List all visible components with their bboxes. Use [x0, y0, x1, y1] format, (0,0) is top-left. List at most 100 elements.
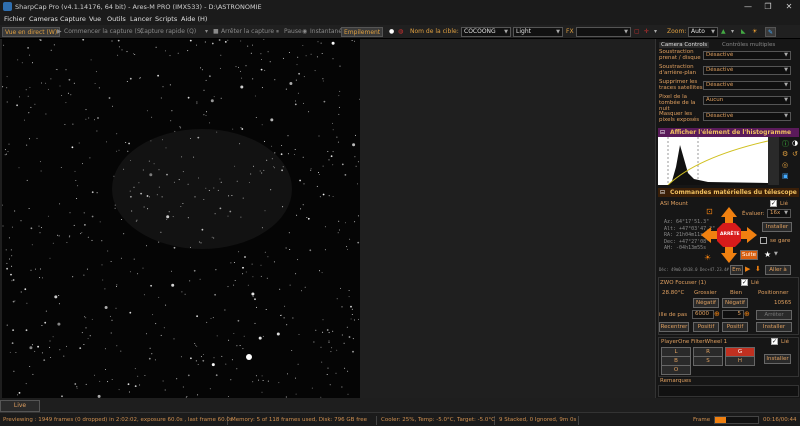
collapse-icon[interactable]: ⊟	[660, 129, 665, 136]
positive-coarse-button[interactable]: Positif	[693, 322, 719, 332]
menu-cameras[interactable]: Cameras	[29, 15, 58, 23]
menu-tools[interactable]: Outils	[107, 15, 126, 23]
control-dropdown[interactable]: Désactivé ▼	[703, 81, 791, 90]
frame-type-select[interactable]: Light ▼	[513, 27, 563, 37]
stop-mount-button[interactable]: ARRÊTE	[720, 232, 740, 237]
coarse-step-input[interactable]: 6000	[692, 310, 714, 319]
arrow-down-icon[interactable]: ⬇	[755, 265, 761, 273]
target-icon[interactable]: ◎	[782, 161, 788, 169]
star	[209, 75, 211, 78]
tab-multi-controls[interactable]: Contrôles multiples	[722, 42, 775, 48]
mount-connected-checkbox[interactable]: ✓	[770, 200, 777, 207]
live-stacking-tab[interactable]: Live Stacking	[0, 400, 40, 419]
focuser-connected-checkbox[interactable]: ✓	[741, 279, 748, 286]
chevron-down-icon[interactable]: ▼	[774, 251, 778, 257]
focuser-install-button[interactable]: Installer	[756, 322, 792, 332]
record-icon[interactable]: ●	[389, 27, 394, 37]
image-canvas[interactable]	[2, 39, 360, 398]
negative-fine-button[interactable]: Négatif	[722, 298, 748, 308]
crosshair-icon[interactable]: ✛	[644, 27, 649, 37]
home-icon[interactable]: ☀	[704, 253, 711, 262]
collapse-icon[interactable]: ⊟	[660, 189, 665, 196]
info-icon[interactable]: ⓘ	[782, 139, 789, 149]
mount-install-button[interactable]: Installer	[762, 222, 792, 232]
star-icon[interactable]: ★	[764, 250, 771, 259]
stacking-button[interactable]: Empilement	[341, 27, 384, 37]
snapshot-button[interactable]: Instantané	[310, 27, 342, 37]
histogram-icon[interactable]: ▲	[721, 27, 726, 37]
star	[171, 283, 175, 287]
menu-scripts[interactable]: Scripts	[155, 15, 177, 23]
save-icon[interactable]: ▣	[782, 172, 789, 180]
star	[83, 212, 85, 214]
rate-select[interactable]: 16x ▼	[767, 209, 791, 218]
reset-icon[interactable]: ↺	[792, 150, 798, 158]
quick-capture-button[interactable]: Capture rapide (Q)	[140, 27, 196, 37]
menu-view[interactable]: Vue	[89, 15, 101, 23]
contrast-icon[interactable]: ◑	[792, 139, 798, 147]
em-button[interactable]: Em	[730, 265, 743, 275]
focuser-stop-button[interactable]: Arrêter	[756, 310, 792, 320]
stepper-icon[interactable]: ⊕	[744, 310, 750, 318]
minimize-button[interactable]: —	[738, 1, 758, 12]
sun-icon[interactable]: ☀	[752, 27, 757, 37]
arrow-south[interactable]	[721, 253, 737, 263]
fx-select[interactable]: ▼	[576, 27, 631, 37]
filter-o-button[interactable]: O	[661, 365, 691, 375]
stop-capture-button[interactable]: Arrêter la capture	[221, 27, 274, 37]
positive-fine-button[interactable]: Positif	[722, 322, 748, 332]
overlay-icon[interactable]: ◣	[741, 27, 746, 37]
start-capture-button[interactable]: Commencer la capture (S)	[64, 27, 143, 37]
live-view-button[interactable]: Vue en direct (W)	[2, 27, 61, 37]
star	[234, 280, 236, 281]
filterwheel-install-button[interactable]: Installer	[764, 354, 791, 364]
close-button[interactable]: ✕	[779, 1, 799, 12]
recenter-button[interactable]: Recentrer	[659, 322, 689, 332]
follow-button[interactable]: Suite	[740, 250, 758, 260]
star	[41, 82, 42, 84]
dropdown-icon[interactable]: ▾	[654, 27, 657, 37]
menu-help[interactable]: Aide (H)	[181, 15, 207, 23]
fine-step-input[interactable]: 5	[722, 310, 744, 319]
crop-icon[interactable]: ▢	[634, 27, 640, 37]
stepper-icon[interactable]: ⊕	[714, 310, 720, 318]
capture-dropdown-icon[interactable]: ▾	[205, 27, 208, 37]
menu-launch[interactable]: Lancer	[130, 15, 152, 23]
arrow-right-icon[interactable]: ▶	[745, 265, 750, 273]
star	[197, 394, 199, 396]
tab-camera-controls[interactable]: Camera Controls	[659, 42, 710, 48]
goto-button[interactable]: Aller à	[765, 265, 791, 275]
histogram-header[interactable]: Afficher l'élément de l'histogramme	[658, 128, 799, 137]
annotate-icon[interactable]: ✎	[765, 27, 777, 37]
menu-capture[interactable]: Capture	[60, 15, 86, 23]
star	[236, 345, 238, 347]
filterwheel-connected-checkbox[interactable]: ✓	[771, 338, 778, 345]
arrow-west[interactable]	[701, 227, 711, 243]
star	[254, 322, 256, 324]
control-dropdown[interactable]: Désactivé ▼	[703, 66, 791, 75]
target-name-select[interactable]: COCOONG ▼	[461, 27, 511, 37]
zoom-select[interactable]: Auto ▼	[688, 27, 718, 37]
telescope-header[interactable]: Commandes matérielles du télescope	[658, 188, 799, 197]
filter-s-button[interactable]: S	[693, 356, 723, 366]
pause-button[interactable]: Pause	[284, 27, 302, 37]
maximize-button[interactable]: ❐	[758, 1, 778, 12]
control-dropdown[interactable]: Désactivé ▼	[703, 112, 791, 121]
gear-icon[interactable]: ⚙	[782, 150, 788, 158]
settings-icon[interactable]: ▾	[731, 27, 734, 37]
remarks-field[interactable]	[658, 385, 799, 397]
arrow-east[interactable]	[747, 227, 757, 243]
control-dropdown[interactable]: Aucun ▼	[703, 96, 791, 105]
control-dropdown[interactable]: Désactivé ▼	[703, 51, 791, 60]
star	[330, 155, 333, 158]
star	[160, 334, 162, 336]
arrow-north[interactable]	[721, 207, 737, 217]
filter-h-button[interactable]: H	[725, 356, 755, 366]
negative-coarse-button[interactable]: Négatif	[693, 298, 719, 308]
menu-file[interactable]: Fichier	[4, 15, 25, 23]
star	[292, 317, 294, 319]
star	[149, 347, 151, 349]
crosshair-target-icon[interactable]: ⊡	[706, 207, 713, 216]
histogram-plot[interactable]	[658, 137, 769, 186]
park-checkbox[interactable]	[760, 237, 767, 244]
